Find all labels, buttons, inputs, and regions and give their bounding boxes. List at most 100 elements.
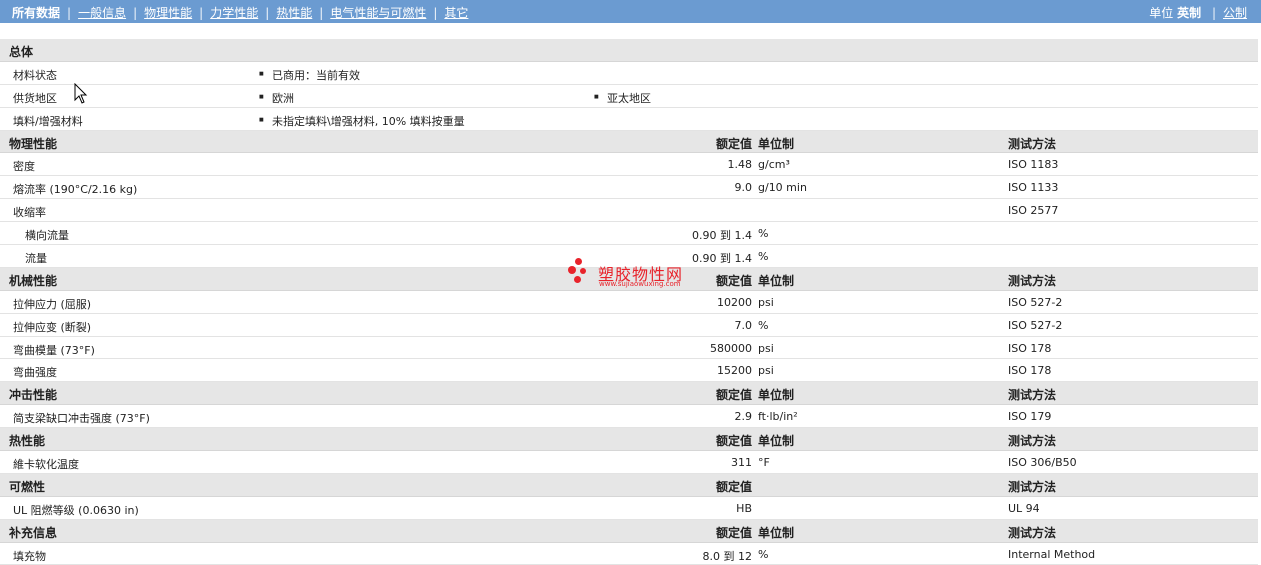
section-title: 补充信息 [9, 525, 58, 540]
table-row: 收缩率 ISO 2577 [0, 199, 1258, 223]
header-value: 额定值 [715, 434, 752, 449]
property-unit: psi [758, 295, 774, 309]
nav-physical[interactable]: 物理性能 [144, 4, 192, 21]
header-unit: 单位制 [758, 136, 795, 151]
header-unit: 单位制 [758, 525, 795, 540]
property-unit: % [758, 250, 769, 264]
table-row: 填充物 8.0 到 12 % Internal Method [0, 543, 1258, 565]
test-method: ISO 527-2 [1008, 318, 1063, 332]
property-name: 填充物 [13, 549, 46, 563]
property-name: 維卡软化温度 [13, 458, 79, 472]
section-header-thermal: 热性能 额定值 单位制 测试方法 [0, 428, 1258, 452]
property-name: 流量 [25, 252, 47, 266]
table-row: 供货地区 欧洲 亚太地区 [0, 85, 1258, 108]
row-label: 材料状态 [13, 68, 57, 82]
region-value: 欧洲 [259, 90, 294, 106]
section-title: 热性能 [9, 434, 46, 449]
datasheet-table: 总体 材料状态 已商用：当前有效 供货地区 欧洲 亚太地区 填料/增强材料 未指… [0, 39, 1258, 565]
property-value: 9.0 [734, 181, 753, 195]
section-header-flammability: 可燃性 额定值 测试方法 [0, 473, 1258, 497]
header-value: 额定值 [715, 479, 752, 494]
nav-separator: | [133, 5, 138, 20]
nav-mechanical[interactable]: 力学性能 [210, 4, 258, 21]
property-value: 2.9 [734, 410, 753, 424]
test-method: ISO 527-2 [1008, 295, 1063, 309]
section-header-general: 总体 [0, 39, 1258, 62]
nav-other[interactable]: 其它 [444, 4, 468, 21]
table-row: 密度 1.48 g/cm³ ISO 1183 [0, 153, 1258, 177]
test-method: ISO 306/B50 [1008, 456, 1077, 470]
property-value: 0.90 到 1.4 [692, 229, 752, 243]
property-name: 弯曲强度 [13, 366, 57, 380]
header-method: 测试方法 [1008, 479, 1057, 494]
section-nav: 所有数据 | 一般信息 | 物理性能 | 力学性能 | 热性能 | 电气性能与可… [12, 4, 468, 21]
nav-all-data[interactable]: 所有数据 [12, 4, 60, 21]
units-metric[interactable]: 公制 [1223, 6, 1247, 20]
property-unit: % [758, 547, 769, 561]
table-row: 横向流量 0.90 到 1.4 % [0, 222, 1258, 246]
table-row: 简支梁缺口冲击强度 (73°F) 2.9 ft·lb/in² ISO 179 [0, 405, 1258, 429]
property-value: 311 [731, 456, 752, 470]
table-row: 弯曲强度 15200 psi ISO 178 [0, 359, 1258, 383]
filler-value: 未指定填料\增强材料, 10% 填料按重量 [259, 113, 465, 129]
property-unit: °F [758, 456, 770, 470]
property-value: 15200 [717, 364, 752, 378]
header-value: 额定值 [715, 273, 752, 288]
nav-separator: | [319, 5, 324, 20]
table-row: 填料/增强材料 未指定填料\增强材料, 10% 填料按重量 [0, 108, 1258, 131]
test-method: Internal Method [1008, 547, 1096, 561]
test-method: ISO 1133 [1008, 181, 1059, 195]
nav-thermal[interactable]: 热性能 [276, 4, 312, 21]
property-unit: psi [758, 364, 774, 378]
mouse-cursor-icon [74, 83, 88, 104]
property-name: 拉伸应力 (屈服) [13, 297, 92, 311]
nav-separator: | [67, 5, 72, 20]
property-value: 1.48 [727, 158, 753, 172]
header-value: 额定值 [715, 525, 752, 540]
section-header-impact: 冲击性能 额定值 单位制 测试方法 [0, 382, 1258, 406]
section-title: 总体 [9, 45, 34, 59]
property-name: UL 阻燃等级 (0.0630 in) [13, 503, 139, 517]
top-nav-bar: 所有数据 | 一般信息 | 物理性能 | 力学性能 | 热性能 | 电气性能与可… [0, 0, 1261, 23]
property-name: 弯曲模量 (73°F) [13, 343, 95, 357]
property-value: 7.0 [734, 318, 753, 332]
test-method: ISO 1183 [1008, 158, 1059, 172]
property-unit: g/cm³ [758, 158, 790, 172]
table-row: 材料状态 已商用：当前有效 [0, 62, 1258, 85]
nav-electrical-flammability[interactable]: 电气性能与可燃性 [330, 4, 426, 21]
header-value: 额定值 [715, 388, 752, 403]
property-name: 拉伸应变 (断裂) [13, 320, 92, 334]
property-value: HB [736, 501, 752, 515]
property-unit: % [758, 318, 769, 332]
test-method: UL 94 [1008, 501, 1040, 515]
property-value: 580000 [710, 341, 752, 355]
header-method: 测试方法 [1008, 273, 1057, 288]
unit-switcher: 单位 英制 | 公制 [1149, 4, 1247, 21]
property-name: 横向流量 [25, 229, 69, 243]
test-method: ISO 178 [1008, 364, 1052, 378]
property-unit: g/10 min [758, 181, 807, 195]
header-method: 测试方法 [1008, 525, 1057, 540]
header-method: 测试方法 [1008, 388, 1057, 403]
table-row: 拉伸应变 (断裂) 7.0 % ISO 527-2 [0, 314, 1258, 337]
header-unit: 单位制 [758, 434, 795, 449]
table-row: UL 阻燃等级 (0.0630 in) HB UL 94 [0, 497, 1258, 520]
property-unit: ft·lb/in² [758, 410, 798, 424]
nav-general-info[interactable]: 一般信息 [78, 4, 126, 21]
section-header-supplementary: 补充信息 额定值 单位制 测试方法 [0, 519, 1258, 543]
table-row: 維卡软化温度 311 °F ISO 306/B50 [0, 451, 1258, 474]
header-unit: 单位制 [758, 388, 795, 403]
units-imperial[interactable]: 英制 [1177, 6, 1201, 20]
property-value: 10200 [717, 295, 752, 309]
region-value: 亚太地区 [594, 90, 651, 106]
table-row: 拉伸应力 (屈服) 10200 psi ISO 527-2 [0, 291, 1258, 314]
property-name: 熔流率 (190°C/2.16 kg) [13, 183, 138, 197]
nav-separator: | [199, 5, 204, 20]
property-unit: psi [758, 341, 774, 355]
property-unit: % [758, 227, 769, 241]
property-name: 简支梁缺口冲击强度 (73°F) [13, 412, 150, 426]
header-method: 测试方法 [1008, 434, 1057, 449]
nav-separator: | [433, 5, 438, 20]
watermark-url: www.sujiaowuxing.com [599, 280, 681, 288]
row-label: 填料/增强材料 [13, 114, 83, 128]
